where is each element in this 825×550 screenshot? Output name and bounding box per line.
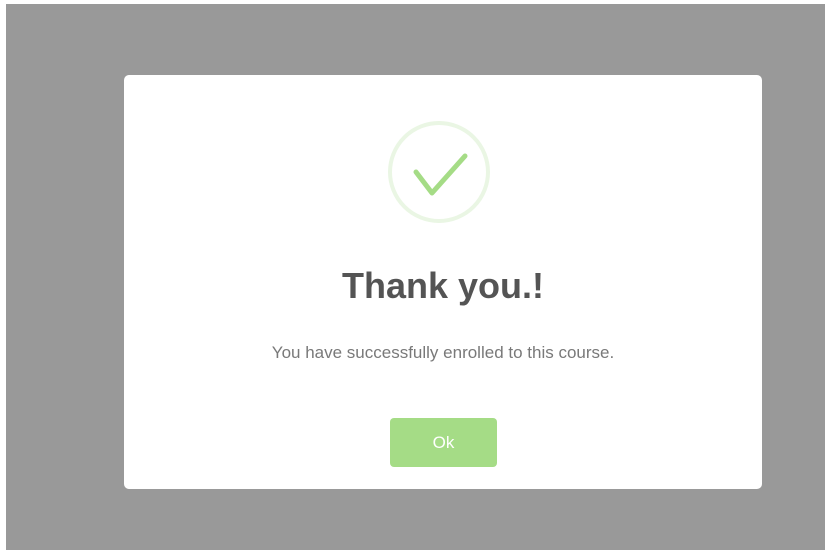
success-checkmark-icon [388, 121, 490, 223]
ok-button[interactable]: Ok [390, 418, 497, 467]
dialog-message: You have successfully enrolled to this c… [271, 343, 615, 362]
dialog-title: Thank you.! [341, 265, 544, 306]
checkmark-icon [413, 153, 468, 196]
success-dialog: Thank you.! You have successfully enroll… [124, 75, 762, 489]
